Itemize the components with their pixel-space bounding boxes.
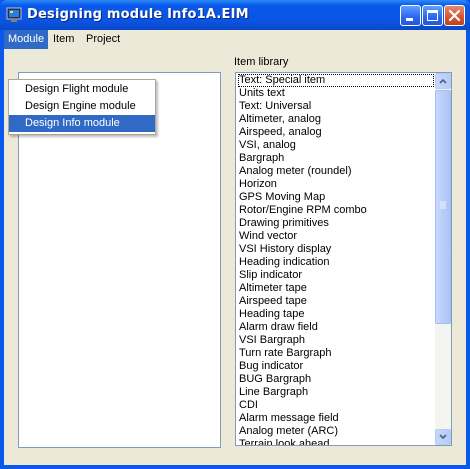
- window-title: Designing module Info1A.EIM: [27, 7, 249, 22]
- library-item[interactable]: Altimeter, analog: [238, 113, 434, 126]
- minimize-button[interactable]: [400, 5, 421, 26]
- scroll-thumb[interactable]: [435, 90, 451, 324]
- library-item[interactable]: Alarm draw field: [238, 321, 434, 334]
- library-item[interactable]: Analog meter (roundel): [238, 165, 434, 178]
- menu-bar: Module Item Project: [4, 30, 466, 49]
- item-library-list[interactable]: Text: Special item Units text Text: Univer…: [235, 72, 452, 446]
- menu-item[interactable]: Item: [49, 30, 78, 49]
- library-item[interactable]: Wind vector: [238, 230, 434, 243]
- module-dropdown-menu: Design Flight module Design Engine modul…: [8, 79, 156, 135]
- maximize-icon: [427, 10, 438, 21]
- library-item[interactable]: Airspeed tape: [238, 295, 434, 308]
- library-item[interactable]: Rotor/Engine RPM combo: [238, 204, 434, 217]
- menu-design-flight-module[interactable]: Design Flight module: [9, 81, 155, 98]
- client-area: Module Item Project Item library Text: S…: [4, 30, 466, 465]
- library-item[interactable]: VSI, analog: [238, 139, 434, 152]
- library-item[interactable]: Terrain look ahead: [238, 438, 434, 445]
- library-item[interactable]: Alarm message field: [238, 412, 434, 425]
- library-item[interactable]: Heading indication: [238, 256, 434, 269]
- title-bar[interactable]: Designing module Info1A.EIM: [0, 0, 470, 30]
- library-item[interactable]: Turn rate Bargraph: [238, 347, 434, 360]
- vertical-scrollbar[interactable]: [435, 73, 451, 445]
- library-item[interactable]: Bug indicator: [238, 360, 434, 373]
- library-item[interactable]: Units text: [238, 87, 434, 100]
- close-icon: [448, 9, 461, 22]
- library-item[interactable]: Airspeed, analog: [238, 126, 434, 139]
- library-item[interactable]: Text: Universal: [238, 100, 434, 113]
- library-item[interactable]: Line Bargraph: [238, 386, 434, 399]
- library-item[interactable]: Text: Special item: [238, 74, 434, 87]
- menu-project[interactable]: Project: [82, 30, 124, 49]
- library-item[interactable]: GPS Moving Map: [238, 191, 434, 204]
- library-item[interactable]: Drawing primitives: [238, 217, 434, 230]
- minimize-icon: [406, 18, 413, 21]
- app-window: Designing module Info1A.EIM Module Item …: [0, 0, 470, 469]
- close-button[interactable]: [444, 5, 465, 26]
- scroll-down-button[interactable]: [435, 429, 451, 445]
- library-item[interactable]: VSI History display: [238, 243, 434, 256]
- item-library-label: Item library: [234, 56, 289, 68]
- scroll-up-button[interactable]: [435, 73, 451, 89]
- menu-module[interactable]: Module: [4, 30, 49, 49]
- item-library-items: Text: Special item Units text Text: Univer…: [238, 74, 434, 445]
- library-item[interactable]: Heading tape: [238, 308, 434, 321]
- library-item[interactable]: Bargraph: [238, 152, 434, 165]
- chevron-up-icon: [439, 78, 447, 84]
- library-item[interactable]: Altimeter tape: [238, 282, 434, 295]
- maximize-button[interactable]: [422, 5, 443, 26]
- chevron-down-icon: [439, 434, 447, 440]
- menu-design-info-module[interactable]: Design Info module: [9, 115, 155, 132]
- library-item[interactable]: Slip indicator: [238, 269, 434, 282]
- grip-icon: [440, 201, 446, 209]
- library-item[interactable]: VSI Bargraph: [238, 334, 434, 347]
- menu-design-engine-module[interactable]: Design Engine module: [9, 98, 155, 115]
- app-icon[interactable]: [6, 7, 22, 23]
- library-item[interactable]: BUG Bargraph: [238, 373, 434, 386]
- library-item[interactable]: Horizon: [238, 178, 434, 191]
- library-item[interactable]: Analog meter (ARC): [238, 425, 434, 438]
- library-item[interactable]: CDI: [238, 399, 434, 412]
